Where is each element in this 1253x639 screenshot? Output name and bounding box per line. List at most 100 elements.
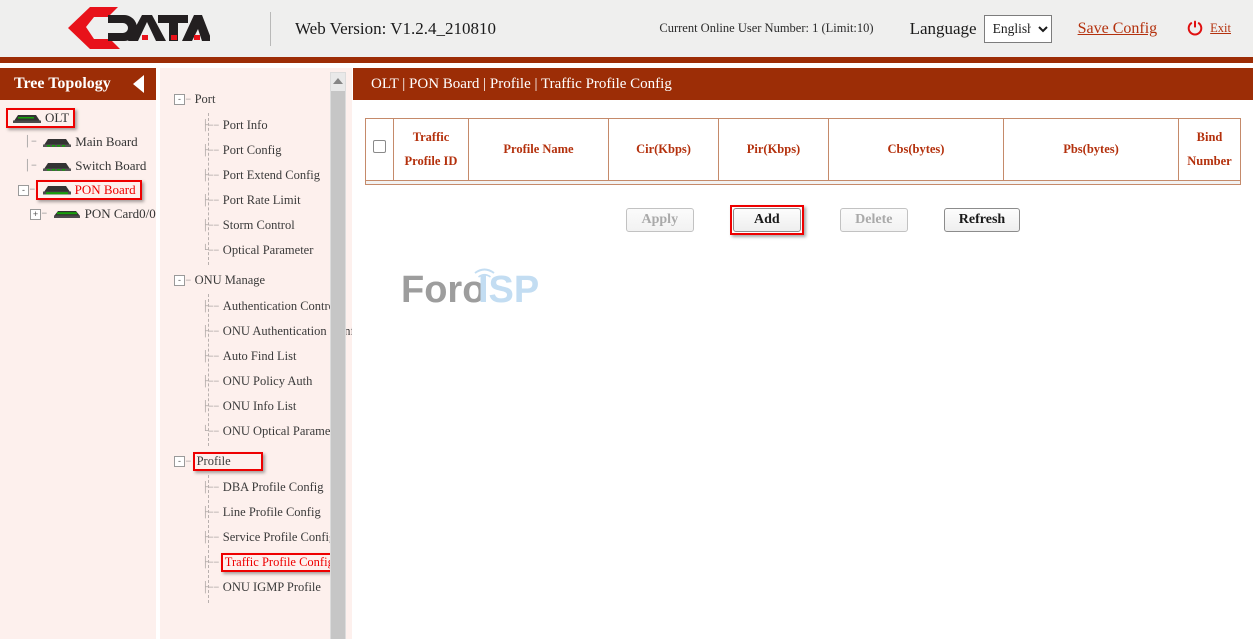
menu-connector: –: [185, 94, 191, 106]
menu-group-onu-manage[interactable]: - – ONU Manage: [174, 267, 352, 294]
column-header-bind-number[interactable]: Bind Number: [1179, 119, 1241, 181]
apply-button[interactable]: Apply: [626, 208, 694, 232]
menu-item-auto-find-list[interactable]: ├–– Auto Find List: [174, 344, 352, 369]
tree-node-olt[interactable]: OLT: [0, 106, 156, 130]
menu-item-port-extend-config[interactable]: ├–– Port Extend Config: [174, 163, 352, 188]
menu-connector: └––: [202, 426, 219, 438]
column-header-traffic-profile-id[interactable]: Traffic Profile ID: [394, 119, 469, 181]
menu-item-label: ONU Policy Auth: [223, 374, 313, 389]
menu-item-onu-policy-auth[interactable]: ├–– ONU Policy Auth: [174, 369, 352, 394]
menu-connector: ├––: [202, 145, 219, 157]
menu-item-label: Auto Find List: [223, 349, 297, 364]
menu-connector: ├––: [202, 401, 219, 413]
menu-item-port-config[interactable]: ├–– Port Config: [174, 138, 352, 163]
column-header-cir[interactable]: Cir(Kbps): [609, 119, 719, 181]
menu-item-line-profile-config[interactable]: ├–– Line Profile Config: [174, 500, 352, 525]
breadcrumb: OLT | PON Board | Profile | Traffic Prof…: [353, 68, 1253, 100]
column-header-pbs[interactable]: Pbs(bytes): [1004, 119, 1179, 181]
menu-item-onu-optical-parameter[interactable]: └–– ONU Optical Parameter: [174, 419, 352, 444]
column-header-line: Number: [1181, 150, 1238, 173]
menu-item-label: Authentication Control: [223, 299, 339, 314]
menu-item-port-rate-limit[interactable]: ├–– Port Rate Limit: [174, 188, 352, 213]
tree-node-main-board-label: Main Board: [75, 134, 137, 150]
tree-node-pon-card-label: PON Card0/0: [85, 206, 156, 222]
refresh-button[interactable]: Refresh: [944, 208, 1020, 232]
delete-button[interactable]: Delete: [840, 208, 908, 232]
device-card-icon: [50, 208, 84, 221]
menu-item-traffic-profile-config[interactable]: ├–– Traffic Profile Config: [174, 550, 352, 575]
exit-link[interactable]: Exit: [1210, 21, 1231, 36]
brand-logo: [0, 0, 270, 57]
menu-item-service-profile-config[interactable]: ├–– Service Profile Config: [174, 525, 352, 550]
collapse-left-arrow-icon[interactable]: [133, 75, 144, 93]
menu-group-port[interactable]: - – Port: [174, 86, 352, 113]
tree-connector: │–: [24, 136, 37, 148]
menu-connector: └––: [202, 245, 219, 257]
add-button[interactable]: Add: [733, 208, 801, 232]
tree-expander-collapse[interactable]: -: [18, 185, 29, 196]
menu-connector: ├––: [202, 120, 219, 132]
tree-node-pon-card[interactable]: + – PON Card0/0: [0, 202, 156, 226]
device-board-icon: [40, 184, 74, 197]
language-select[interactable]: English: [984, 15, 1052, 43]
exit-group[interactable]: Exit: [1187, 20, 1231, 37]
menu-item-onu-igmp-profile[interactable]: ├–– ONU IGMP Profile: [174, 575, 352, 600]
menu-connector: –: [185, 456, 191, 468]
menu-item-authentication-control[interactable]: ├–– Authentication Control: [174, 294, 352, 319]
header-divider: [270, 12, 271, 46]
foroisp-watermark: Foro ISP: [401, 264, 561, 314]
scrollbar-thumb[interactable]: [331, 91, 345, 639]
menu-item-label: Traffic Profile Config: [225, 555, 334, 570]
scroll-up-arrow-icon: [333, 78, 343, 84]
tree-node-switch-board[interactable]: │– Switch Board: [0, 154, 156, 178]
menu-item-label: ONU Optical Parameter: [223, 424, 344, 439]
menu-expander-profile[interactable]: -: [174, 456, 185, 467]
tree-expander-expand[interactable]: +: [30, 209, 41, 220]
menu-expander-onu-manage[interactable]: -: [174, 275, 185, 286]
tree-node-pon-board[interactable]: - – PON Board: [0, 178, 156, 202]
menu-item-label: Storm Control: [223, 218, 295, 233]
menu-item-label: Port Config: [223, 143, 282, 158]
tree-topology-panel: Tree Topology OLT: [0, 68, 156, 639]
tree-node-olt-label: OLT: [45, 110, 69, 126]
action-button-bar: Apply Add Delete Refresh: [365, 205, 1241, 235]
menu-tree-panel: - – Port ├–– Port Info ├–– Port Config ├…: [160, 68, 352, 639]
menu-item-dba-profile-config[interactable]: ├–– DBA Profile Config: [174, 475, 352, 500]
menu-group-port-label: Port: [195, 92, 216, 107]
add-button-highlight: Add: [730, 205, 804, 235]
save-config-link[interactable]: Save Config: [1078, 20, 1158, 38]
menu-connector: ├––: [202, 376, 219, 388]
column-header-profile-name[interactable]: Profile Name: [469, 119, 609, 181]
menu-item-onu-info-list[interactable]: ├–– ONU Info List: [174, 394, 352, 419]
table-body: [366, 181, 1241, 185]
tree-node-main-board[interactable]: │– Main Board: [0, 130, 156, 154]
tree-topology-header: Tree Topology: [0, 68, 156, 100]
column-header-pir[interactable]: Pir(Kbps): [719, 119, 829, 181]
device-olt-icon: [10, 112, 44, 125]
language-label: Language: [910, 19, 977, 39]
tree-node-switch-board-label: Switch Board: [75, 158, 146, 174]
tree-connector: –: [29, 184, 36, 196]
menu-group-profile-highlight: Profile: [193, 452, 263, 471]
table-empty-row: [366, 181, 1241, 185]
scroll-up-button[interactable]: [331, 73, 345, 89]
menu-tree-guideline: [208, 113, 209, 265]
menu-item-port-info[interactable]: ├–– Port Info: [174, 113, 352, 138]
menu-group-profile[interactable]: - – Profile: [174, 448, 352, 475]
menu-connector: –: [185, 275, 191, 287]
column-header-line: Profile ID: [396, 150, 466, 173]
table-header-row: Traffic Profile ID Profile Name Cir(Kbps…: [366, 119, 1241, 181]
menu-connector: ├––: [202, 195, 219, 207]
menu-connector: ├––: [202, 170, 219, 182]
menu-connector: ├––: [202, 507, 219, 519]
menu-item-onu-authentication-config[interactable]: ├–– ONU Authentication Config: [174, 319, 352, 344]
menu-item-storm-control[interactable]: ├–– Storm Control: [174, 213, 352, 238]
menu-expander-port[interactable]: -: [174, 94, 185, 105]
menu-item-label: ONU IGMP Profile: [223, 580, 321, 595]
app-header: Web Version: V1.2.4_210810 Current Onlin…: [0, 0, 1253, 57]
menu-connector: ├––: [202, 220, 219, 232]
menu-tree-scrollbar[interactable]: [330, 72, 346, 639]
select-all-checkbox[interactable]: [373, 140, 386, 153]
menu-item-optical-parameter[interactable]: └–– Optical Parameter: [174, 238, 352, 263]
column-header-cbs[interactable]: Cbs(bytes): [829, 119, 1004, 181]
